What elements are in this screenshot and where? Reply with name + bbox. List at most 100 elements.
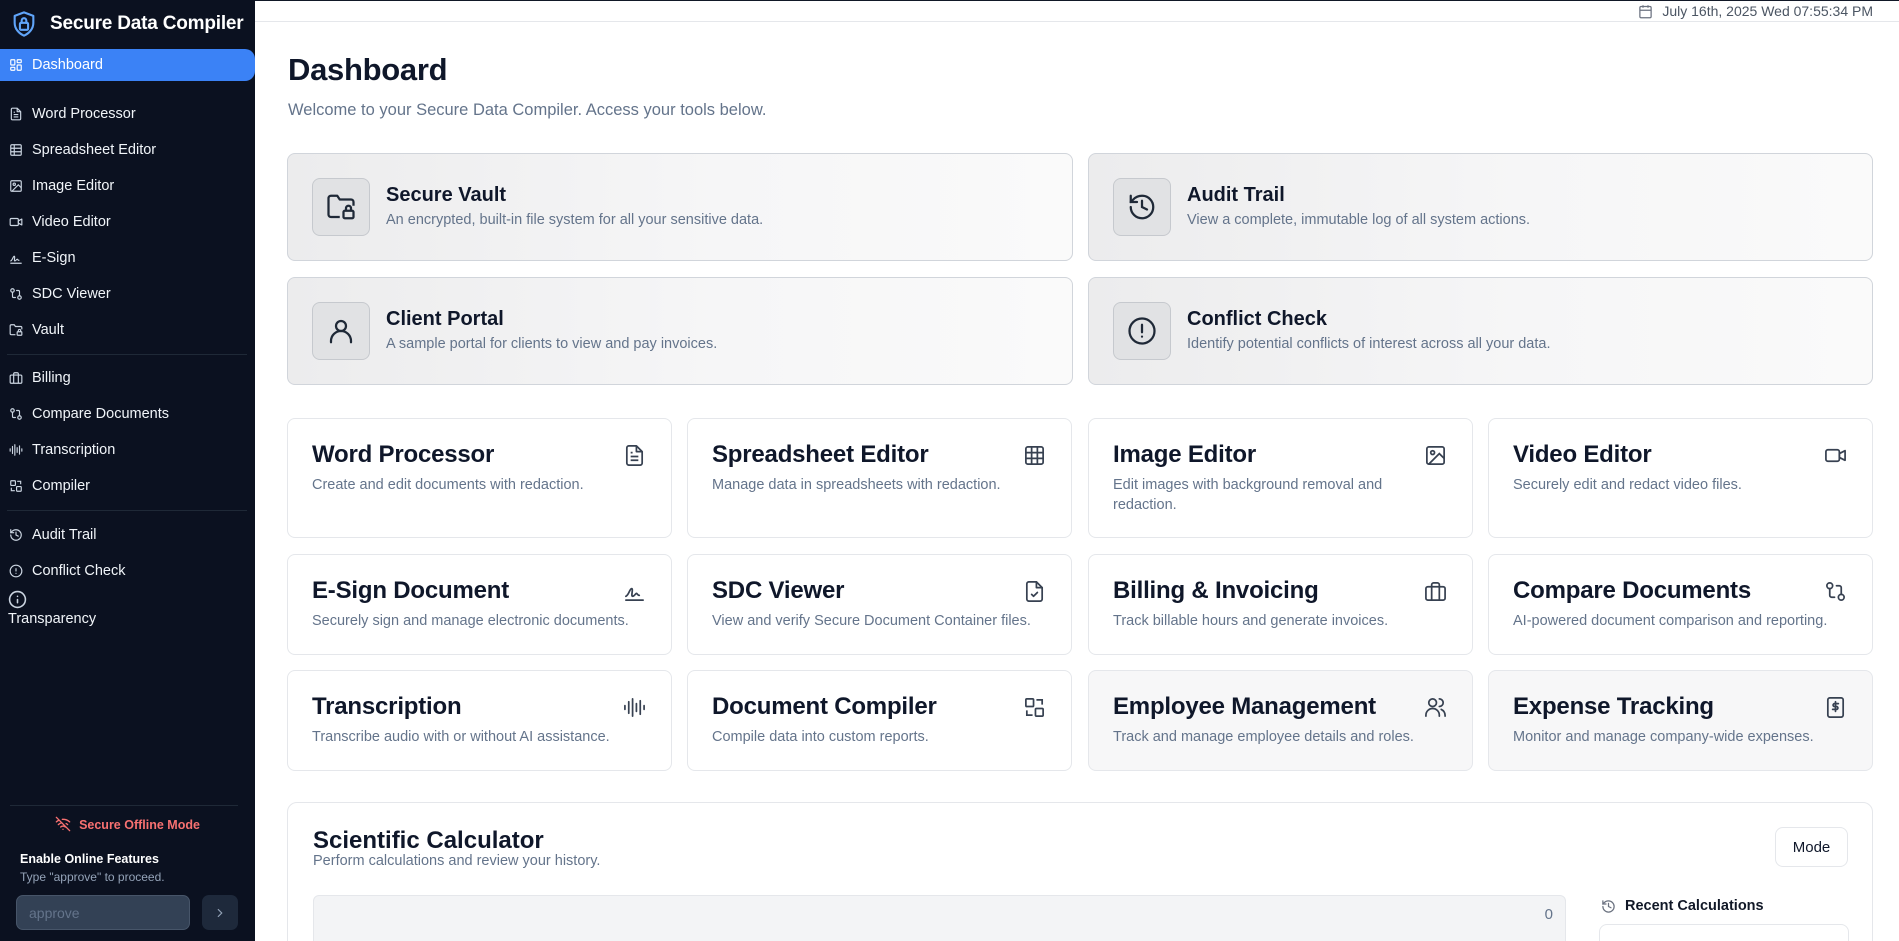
offline-label: Secure Offline Mode xyxy=(79,818,200,832)
tool-card-video-editor[interactable]: Video Editor Securely edit and redact vi… xyxy=(1488,418,1873,538)
compiler-icon xyxy=(1023,696,1046,719)
feature-title: Secure Vault xyxy=(386,184,507,206)
sidebar-item-conflict-check[interactable]: Conflict Check xyxy=(0,555,255,587)
sidebar-item-image-editor[interactable]: Image Editor xyxy=(0,170,255,202)
feature-card-conflict-check[interactable]: Conflict Check Identify potential confli… xyxy=(1088,277,1873,385)
document-icon xyxy=(9,107,23,121)
sidebar-item-billing[interactable]: Billing xyxy=(0,362,255,394)
approve-submit-button[interactable] xyxy=(202,895,238,930)
tool-card-document-compiler[interactable]: Document Compiler Compile data into cust… xyxy=(687,670,1072,771)
app-title: Secure Data Compiler xyxy=(50,13,244,34)
chevron-right-icon xyxy=(213,906,227,920)
sidebar-divider xyxy=(7,354,247,355)
sidebar-item-label: Transparency xyxy=(8,611,97,627)
recent-calculations-label: Recent Calculations xyxy=(1625,898,1764,914)
enable-online-title: Enable Online Features xyxy=(20,852,159,866)
tool-card-billing-invoicing[interactable]: Billing & Invoicing Track billable hours… xyxy=(1088,554,1473,655)
sidebar-item-e-sign[interactable]: E-Sign xyxy=(0,242,255,274)
tool-title: Compare Documents xyxy=(1513,577,1751,604)
briefcase-icon xyxy=(9,371,23,385)
users-icon xyxy=(1424,696,1447,719)
alert-circle-icon xyxy=(9,564,23,578)
sidebar-item-label: Transcription xyxy=(32,442,116,458)
feature-description: A sample portal for clients to view and … xyxy=(386,336,718,352)
enable-online-hint: Type "approve" to proceed. xyxy=(20,870,165,884)
feature-title: Conflict Check xyxy=(1187,308,1328,330)
tool-title: Employee Management xyxy=(1113,693,1376,720)
folder-lock-icon xyxy=(312,178,370,236)
mode-button[interactable]: Mode xyxy=(1775,827,1848,867)
tool-title: Image Editor xyxy=(1113,441,1256,468)
tool-card-e-sign-document[interactable]: E-Sign Document Securely sign and manage… xyxy=(287,554,672,655)
tool-description: View and verify Secure Document Containe… xyxy=(712,613,1031,629)
sidebar-item-label: Billing xyxy=(32,370,71,386)
approve-input[interactable] xyxy=(16,895,190,930)
tool-title: Document Compiler xyxy=(712,693,937,720)
tool-description: Monitor and manage company-wide expenses… xyxy=(1513,729,1814,745)
sidebar-divider xyxy=(10,805,238,806)
sidebar-item-label: Dashboard xyxy=(32,57,103,73)
history-icon xyxy=(9,528,23,542)
tool-card-spreadsheet-editor[interactable]: Spreadsheet Editor Manage data in spread… xyxy=(687,418,1072,538)
image-icon xyxy=(9,179,23,193)
document-icon xyxy=(623,444,646,467)
sidebar-item-label: Word Processor xyxy=(32,106,136,122)
tool-description: Edit images with background removal and … xyxy=(1113,477,1383,513)
sidebar-item-compare-documents[interactable]: Compare Documents xyxy=(0,398,255,430)
tool-card-expense-tracking[interactable]: Expense Tracking Monitor and manage comp… xyxy=(1488,670,1873,771)
file-check-icon xyxy=(1023,580,1046,603)
calculator-display-value: 0 xyxy=(1544,906,1553,923)
tool-card-employee-management[interactable]: Employee Management Track and manage emp… xyxy=(1088,670,1473,771)
tool-card-compare-documents[interactable]: Compare Documents AI-powered document co… xyxy=(1488,554,1873,655)
feature-card-secure-vault[interactable]: Secure Vault An encrypted, built-in file… xyxy=(287,153,1073,261)
compare-icon xyxy=(1824,580,1847,603)
sidebar-item-video-editor[interactable]: Video Editor xyxy=(0,206,255,238)
tool-title: Video Editor xyxy=(1513,441,1652,468)
tool-card-image-editor[interactable]: Image Editor Edit images with background… xyxy=(1088,418,1473,538)
sidebar-item-audit-trail[interactable]: Audit Trail xyxy=(0,519,255,551)
page-title: Dashboard xyxy=(288,52,448,87)
feature-title: Audit Trail xyxy=(1187,184,1285,206)
tool-card-word-processor[interactable]: Word Processor Create and edit documents… xyxy=(287,418,672,538)
tool-title: E-Sign Document xyxy=(312,577,510,604)
tool-title: Transcription xyxy=(312,693,462,720)
sidebar-item-transparency[interactable]: Transparency xyxy=(8,590,96,627)
tool-title: Billing & Invoicing xyxy=(1113,577,1319,604)
info-icon xyxy=(8,590,27,609)
feature-card-audit-trail[interactable]: Audit Trail View a complete, immutable l… xyxy=(1088,153,1873,261)
sidebar-item-word-processor[interactable]: Word Processor xyxy=(0,98,255,130)
offline-status: Secure Offline Mode xyxy=(0,816,255,832)
tool-title: Spreadsheet Editor xyxy=(712,441,929,468)
user-icon xyxy=(312,302,370,360)
history-icon xyxy=(1601,899,1616,914)
calendar-icon xyxy=(1638,4,1653,19)
sidebar-item-label: Audit Trail xyxy=(32,527,97,543)
tool-card-transcription[interactable]: Transcription Transcribe audio with or w… xyxy=(287,670,672,771)
dashboard-icon xyxy=(9,58,23,72)
compare-icon xyxy=(9,287,23,301)
brand: Secure Data Compiler xyxy=(0,0,255,48)
tool-description: AI-powered document comparison and repor… xyxy=(1513,613,1828,629)
tool-title: Word Processor xyxy=(312,441,495,468)
sidebar-item-vault[interactable]: Vault xyxy=(0,314,255,346)
feature-card-client-portal[interactable]: Client Portal A sample portal for client… xyxy=(287,277,1073,385)
compiler-icon xyxy=(9,479,23,493)
image-icon xyxy=(1424,444,1447,467)
calculator-subtitle: Perform calculations and review your his… xyxy=(313,853,601,869)
sidebar-item-spreadsheet-editor[interactable]: Spreadsheet Editor xyxy=(0,134,255,166)
sidebar-item-label: Compare Documents xyxy=(32,406,169,422)
sidebar-item-dashboard[interactable]: Dashboard xyxy=(0,49,255,81)
sidebar-item-transcription[interactable]: Transcription xyxy=(0,434,255,466)
recent-calculations-list xyxy=(1599,924,1849,941)
sidebar-item-sdc-viewer[interactable]: SDC Viewer xyxy=(0,278,255,310)
compare-icon xyxy=(9,407,23,421)
sidebar-item-compiler[interactable]: Compiler xyxy=(0,470,255,502)
feature-description: An encrypted, built-in file system for a… xyxy=(386,212,764,228)
shield-lock-icon xyxy=(10,9,38,39)
feature-description: View a complete, immutable log of all sy… xyxy=(1187,212,1531,228)
feature-title: Client Portal xyxy=(386,308,504,330)
calculator-display[interactable]: 0 xyxy=(313,895,1566,941)
tool-card-sdc-viewer[interactable]: SDC Viewer View and verify Secure Docume… xyxy=(687,554,1072,655)
tool-description: Securely sign and manage electronic docu… xyxy=(312,613,629,629)
receipt-icon xyxy=(1824,696,1847,719)
